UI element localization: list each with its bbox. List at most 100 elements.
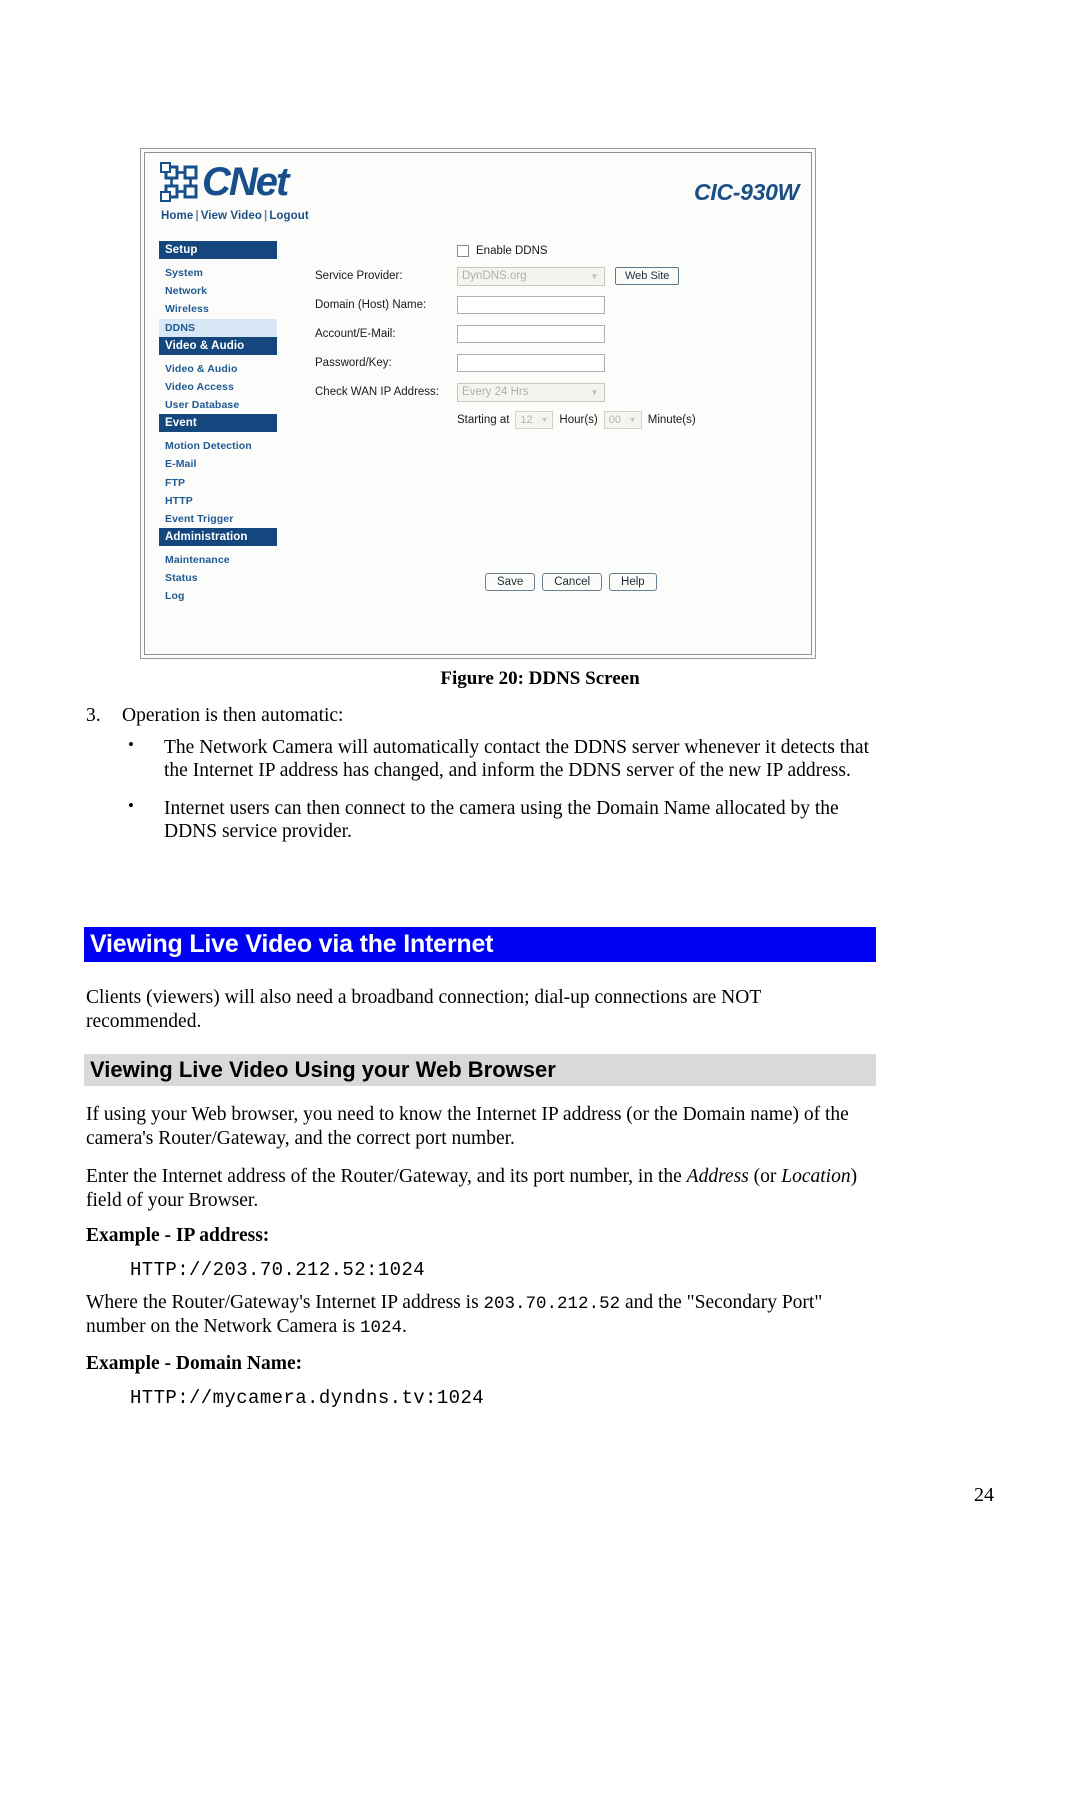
where-text-a: Where the Router/Gateway's Internet IP a…: [86, 1292, 484, 1313]
sidebar-menu: Setup System Network Wireless DDNS Video…: [159, 241, 277, 606]
chevron-down-icon: ▼: [587, 268, 602, 284]
minute-unit-label: Minute(s): [647, 414, 696, 426]
check-wan-ip-row: Check WAN IP Address: Every 24 Hrs ▼: [315, 382, 803, 402]
nav-home-link[interactable]: Home: [161, 210, 193, 222]
example-ip-heading: Example - IP address:: [86, 1225, 270, 1246]
figure-caption: Figure 20: DDNS Screen: [440, 668, 640, 689]
service-provider-row: Service Provider: DynDNS.org ▼ Web Site: [315, 266, 803, 286]
save-button[interactable]: Save: [485, 573, 536, 591]
ui-header: CNet Home | View Video | Logout CIC-930W: [145, 153, 811, 235]
service-provider-select[interactable]: DynDNS.org ▼: [457, 266, 605, 286]
enable-ddns-checkbox[interactable]: [457, 245, 469, 257]
top-nav: Home | View Video | Logout: [161, 210, 309, 222]
sidebar-item-system[interactable]: System: [159, 264, 277, 282]
bullet-item: • The Network Camera will automatically …: [124, 735, 894, 783]
sidebar-header-administration: Administration: [159, 528, 277, 547]
sidebar-item-ftp[interactable]: FTP: [159, 474, 277, 492]
starting-minute-select[interactable]: 00 ▼: [603, 411, 642, 429]
sidebar-item-video-access[interactable]: Video Access: [159, 378, 277, 396]
password-key-input[interactable]: [457, 354, 605, 372]
ddns-screen-figure: CNet Home | View Video | Logout CIC-930W Set…: [140, 148, 816, 659]
cnet-logo: CNet: [159, 160, 289, 204]
sidebar-item-log[interactable]: Log: [159, 587, 277, 605]
sidebar-header-event: Event: [159, 414, 277, 433]
service-provider-value: DynDNS.org: [462, 270, 527, 282]
sidebar-item-http[interactable]: HTTP: [159, 492, 277, 510]
hour-unit-label: Hour(s): [559, 414, 598, 426]
cnet-logo-mark-icon: [159, 161, 201, 203]
form-action-buttons: Save Cancel Help: [485, 573, 657, 591]
starting-at-row: Starting at 12 ▼ Hour(s) 00 ▼ Minute(s): [457, 411, 803, 429]
domain-name-input[interactable]: [457, 296, 605, 314]
address-italic: Address: [686, 1166, 749, 1187]
chevron-down-icon: ▼: [587, 384, 602, 400]
ui-inner-frame: CNet Home | View Video | Logout CIC-930W Set…: [144, 152, 812, 655]
paragraph-enter-address-a: Enter the Internet address of the Router…: [86, 1166, 687, 1187]
nav-separator-1: |: [195, 210, 199, 222]
sidebar-header-video-audio: Video & Audio: [159, 336, 277, 355]
location-italic: Location: [781, 1166, 851, 1187]
account-email-row: Account/E-Mail:: [315, 324, 803, 344]
intro-paragraph: Clients (viewers) will also need a broad…: [86, 987, 761, 1032]
sidebar-item-event-trigger[interactable]: Event Trigger: [159, 510, 277, 528]
where-text-c: .: [402, 1316, 407, 1338]
document-page: CNet Home | View Video | Logout CIC-930W Set…: [0, 0, 1080, 1819]
account-email-label: Account/E-Mail:: [315, 328, 396, 340]
domain-name-row: Domain (Host) Name:: [315, 295, 803, 315]
bullet-text: Internet users can then connect to the c…: [164, 797, 839, 843]
section-heading: Viewing Live Video via the Internet: [84, 927, 876, 962]
sidebar-item-wireless[interactable]: Wireless: [159, 300, 277, 318]
nav-logout-link[interactable]: Logout: [269, 210, 309, 222]
enable-ddns-label: Enable DDNS: [476, 245, 548, 257]
device-model-label: CIC-930W: [694, 179, 799, 205]
starting-minute-value: 00: [608, 414, 622, 426]
check-wan-ip-select[interactable]: Every 24 Hrs ▼: [457, 382, 605, 402]
starting-hour-value: 12: [520, 414, 533, 426]
cancel-button[interactable]: Cancel: [542, 573, 603, 591]
page-number: 24: [974, 1484, 994, 1506]
bullet-dot-icon: •: [128, 795, 134, 815]
example-domain-value: HTTP://mycamera.dyndns.tv:1024: [130, 1387, 485, 1409]
chevron-down-icon: ▼: [537, 413, 552, 427]
enable-ddns-row: Enable DDNS: [457, 245, 803, 257]
cnet-wordmark: CNet: [202, 160, 289, 204]
bullet-item: • Internet users can then connect to the…: [124, 795, 894, 844]
subsection-heading: Viewing Live Video Using your Web Browse…: [84, 1054, 876, 1086]
bullet-dot-icon: •: [128, 735, 134, 754]
example-domain-heading: Example - Domain Name:: [86, 1353, 303, 1374]
password-key-label: Password/Key:: [315, 357, 392, 369]
starting-hour-select[interactable]: 12 ▼: [515, 411, 554, 429]
sidebar-header-setup: Setup: [159, 241, 277, 259]
paragraph-where: Where the Router/Gateway's Internet IP a…: [86, 1291, 876, 1340]
ddns-form: Enable DDNS Service Provider: DynDNS.org…: [315, 245, 803, 429]
help-button[interactable]: Help: [609, 573, 657, 591]
web-site-button[interactable]: Web Site: [615, 267, 680, 285]
sidebar-item-email[interactable]: E-Mail: [159, 455, 277, 473]
paragraph-enter-address: Enter the Internet address of the Router…: [86, 1165, 876, 1213]
domain-name-label: Domain (Host) Name:: [315, 299, 427, 311]
example-ip-value: HTTP://203.70.212.52:1024: [130, 1259, 426, 1281]
where-ip-value: 203.70.212.52: [483, 1294, 621, 1314]
sidebar-item-motion-detection[interactable]: Motion Detection: [159, 437, 277, 455]
starting-at-label: Starting at: [457, 414, 510, 426]
step-3-text: Operation is then automatic:: [122, 705, 344, 726]
account-email-input[interactable]: [457, 325, 605, 343]
paragraph-web-browser: If using your Web browser, you need to k…: [86, 1104, 849, 1149]
step-3-bullets: • The Network Camera will automatically …: [124, 735, 894, 858]
chevron-down-icon: ▼: [625, 413, 640, 427]
step-3-number: 3.: [86, 705, 101, 726]
bullet-text: The Network Camera will automatically co…: [164, 737, 869, 782]
password-key-row: Password/Key:: [315, 353, 803, 373]
sidebar-item-status[interactable]: Status: [159, 569, 277, 587]
sidebar-item-network[interactable]: Network: [159, 282, 277, 300]
sidebar-item-ddns[interactable]: DDNS: [159, 318, 277, 337]
nav-view-video-link[interactable]: View Video: [201, 210, 262, 222]
check-wan-ip-value: Every 24 Hrs: [462, 386, 529, 398]
check-wan-ip-label: Check WAN IP Address:: [315, 386, 439, 398]
sidebar-item-video-audio[interactable]: Video & Audio: [159, 360, 277, 378]
sidebar-item-maintenance[interactable]: Maintenance: [159, 551, 277, 569]
paragraph-enter-address-b: (or: [748, 1166, 782, 1187]
step-3: 3. Operation is then automatic:: [86, 705, 946, 727]
where-port-value: 1024: [360, 1318, 403, 1339]
sidebar-item-user-database[interactable]: User Database: [159, 396, 277, 414]
